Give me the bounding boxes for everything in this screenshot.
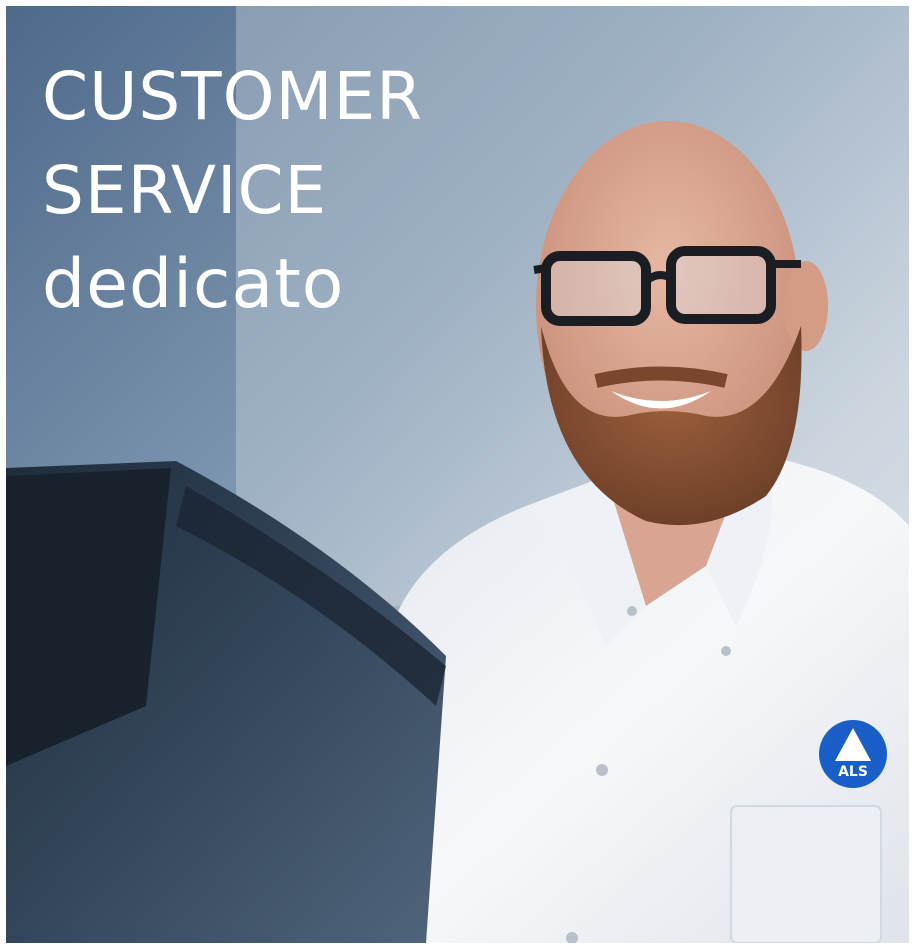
headline-line1: CUSTOMER <box>42 58 424 135</box>
als-logo-text: ALS <box>838 764 868 780</box>
coat-button <box>596 764 608 776</box>
coat-pocket <box>730 805 882 943</box>
ear <box>784 261 828 351</box>
photo: ALS CUSTOMER SERVICE dedicato <box>6 6 909 943</box>
headline-line2: SERVICE <box>42 152 328 229</box>
glasses <box>533 246 801 326</box>
coat-button <box>627 606 637 616</box>
mustache <box>594 366 728 388</box>
coat-button <box>721 646 731 656</box>
headline-line3: dedicato <box>42 245 345 324</box>
headline: CUSTOMER SERVICE dedicato <box>42 50 423 332</box>
banner-frame: ALS CUSTOMER SERVICE dedicato <box>0 0 912 947</box>
